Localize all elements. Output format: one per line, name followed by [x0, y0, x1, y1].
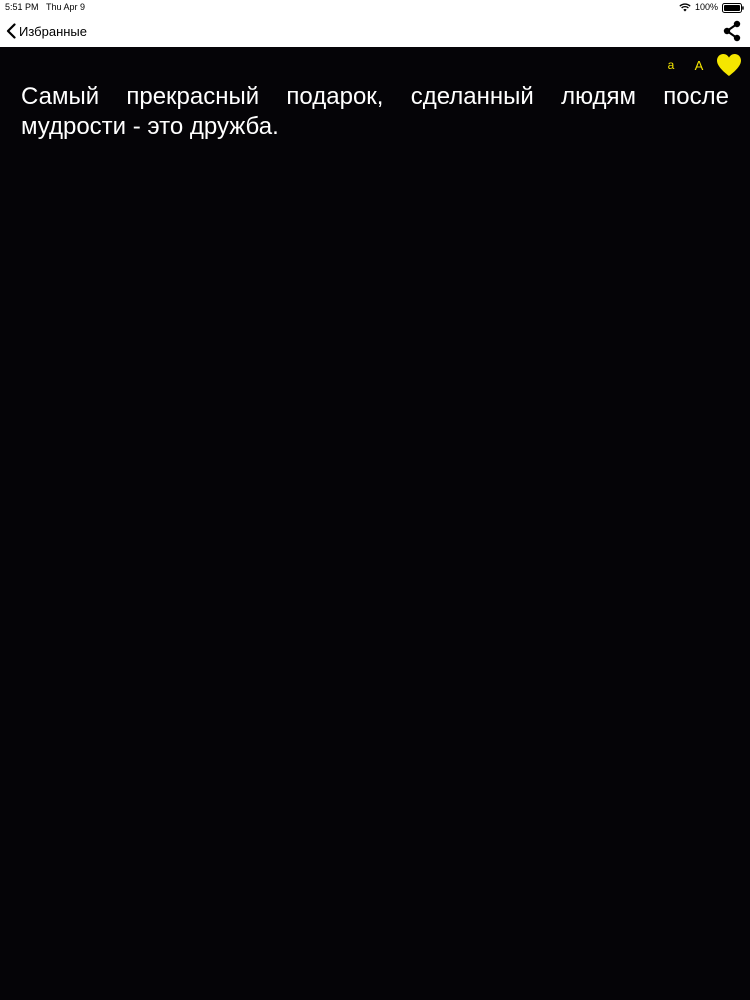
decrease-font-button[interactable]: a [658, 58, 684, 72]
status-bar: 5:51 PM Thu Apr 9 100% [0, 0, 750, 15]
quote-text: Самый прекрасный подарок, сделанный людя… [21, 83, 729, 140]
reader-controls: a A [658, 52, 742, 78]
increase-font-button[interactable]: A [684, 58, 714, 73]
navigation-bar: Избранные [0, 15, 750, 47]
status-date: Thu Apr 9 [46, 2, 86, 12]
battery-percentage: 100% [694, 2, 718, 12]
back-button[interactable]: Избранные [6, 21, 87, 41]
battery-icon [722, 2, 744, 13]
heart-icon [717, 54, 741, 76]
share-button[interactable] [722, 20, 742, 42]
favorite-button[interactable] [716, 53, 742, 77]
chevron-left-icon [6, 23, 16, 39]
status-indicators: 100% [679, 0, 744, 15]
share-icon [723, 20, 741, 42]
wifi-icon [679, 3, 691, 12]
back-button-label: Избранные [19, 23, 87, 39]
status-time: 5:51 PM [5, 2, 39, 12]
